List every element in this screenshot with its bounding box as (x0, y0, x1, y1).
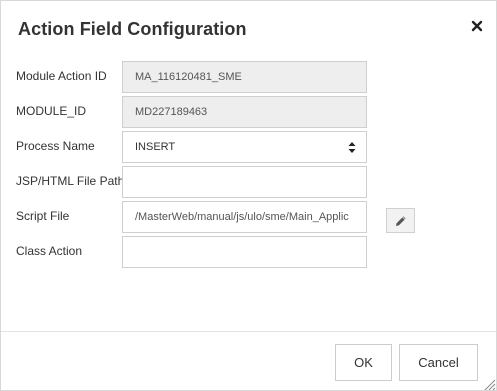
row-module-action-id: Module Action ID MA_116120481_SME (1, 61, 496, 93)
module-id-field: MD227189463 (122, 96, 367, 128)
row-module-id: MODULE_ID MD227189463 (1, 96, 496, 128)
pencil-icon (396, 216, 406, 226)
row-jsp-html-file-path: JSP/HTML File Path (1, 166, 496, 198)
process-name-selected-value: INSERT (135, 141, 176, 153)
script-file-label: Script File (16, 209, 70, 223)
module-id-label: MODULE_ID (16, 104, 87, 118)
row-class-action: Class Action (1, 236, 496, 268)
select-arrows-icon (348, 142, 356, 153)
dialog-footer: OK Cancel (1, 331, 496, 390)
close-icon[interactable] (471, 20, 489, 38)
jsp-html-file-path-input[interactable] (122, 166, 367, 198)
module-action-id-field: MA_116120481_SME (122, 61, 367, 93)
class-action-label: Class Action (16, 244, 83, 258)
dialog-title: Action Field Configuration (18, 19, 247, 39)
jsp-html-file-path-label: JSP/HTML File Path (16, 174, 125, 188)
row-process-name: Process Name INSERT (1, 131, 496, 163)
class-action-input[interactable] (122, 236, 367, 268)
script-file-input[interactable]: /MasterWeb/manual/js/ulo/sme/Main_Applic (122, 201, 367, 233)
dialog-header: Action Field Configuration (1, 1, 496, 59)
ok-button[interactable]: OK (335, 344, 392, 381)
process-name-select[interactable]: INSERT (122, 131, 367, 163)
row-script-file: Script File /MasterWeb/manual/js/ulo/sme… (1, 201, 496, 233)
cancel-button[interactable]: Cancel (399, 344, 478, 381)
edit-script-file-button[interactable] (386, 208, 415, 233)
resize-grip-icon[interactable] (482, 377, 496, 391)
action-field-configuration-dialog: Action Field Configuration Module Action… (0, 0, 497, 391)
process-name-label: Process Name (16, 139, 95, 153)
module-action-id-label: Module Action ID (16, 69, 107, 83)
